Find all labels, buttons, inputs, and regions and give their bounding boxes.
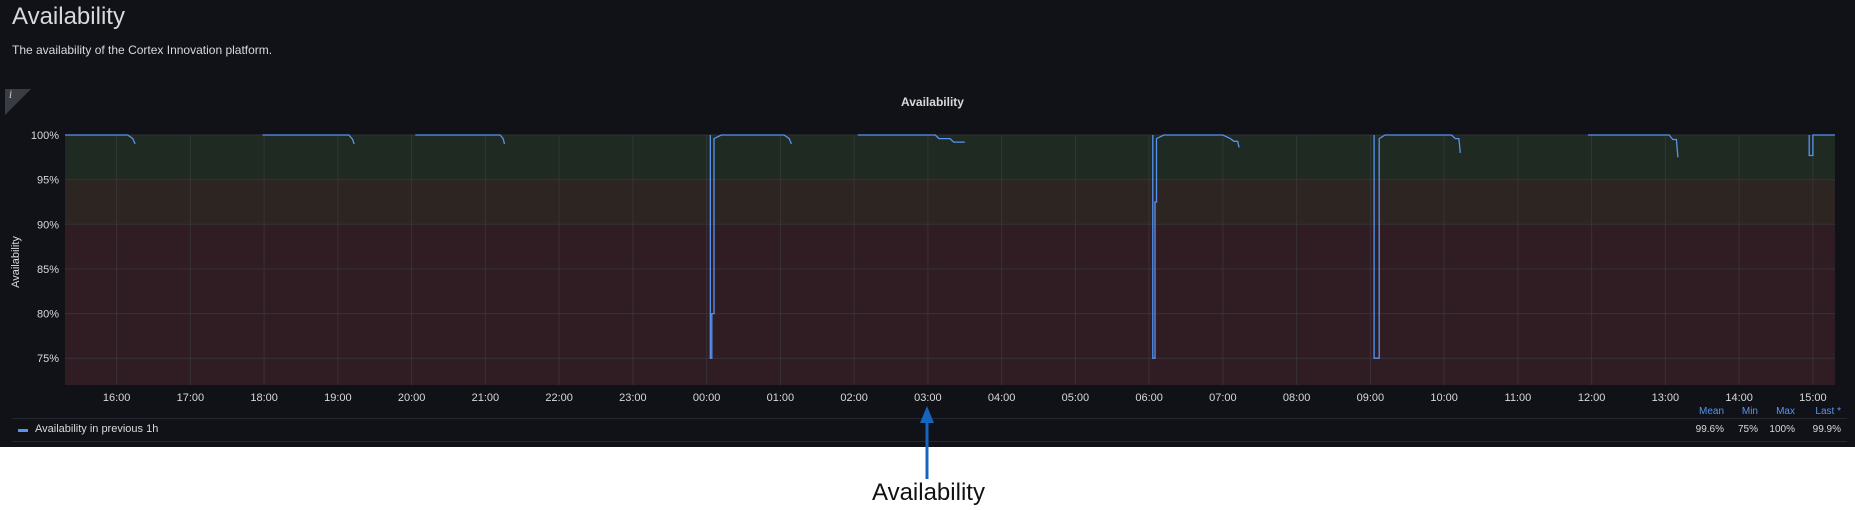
annotation-caption: Availability — [872, 479, 985, 506]
annotation-layer — [920, 406, 934, 479]
arrow-head — [920, 406, 934, 423]
